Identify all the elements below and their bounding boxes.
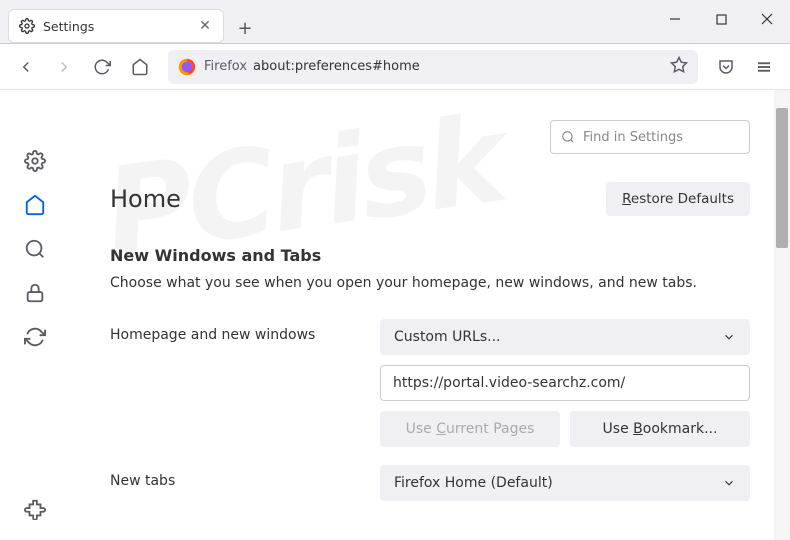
window-controls	[652, 0, 790, 38]
use-bookmark-button[interactable]: Use Bookmark...	[570, 411, 750, 447]
homepage-url-input[interactable]: https://portal.video-searchz.com/	[380, 365, 750, 401]
section-title: New Windows and Tabs	[110, 246, 750, 265]
pocket-button[interactable]	[710, 51, 742, 83]
browser-tab[interactable]: Settings ✕	[8, 9, 224, 43]
dropdown-value: Custom URLs...	[394, 329, 501, 345]
section-description: Choose what you see when you open your h…	[110, 275, 750, 291]
sidebar-extensions-icon[interactable]	[24, 498, 46, 520]
url-text: about:preferences#home	[253, 59, 670, 74]
forward-button[interactable]	[48, 51, 80, 83]
address-bar[interactable]: Firefox about:preferences#home	[168, 50, 698, 84]
page-title: Home	[110, 185, 181, 213]
home-button[interactable]	[124, 51, 156, 83]
find-placeholder: Find in Settings	[583, 130, 683, 145]
sidebar-general-icon[interactable]	[24, 150, 46, 172]
sidebar-privacy-icon[interactable]	[24, 282, 46, 304]
new-tab-button[interactable]: +	[230, 13, 260, 43]
minimize-button[interactable]	[652, 0, 698, 38]
maximize-button[interactable]	[698, 0, 744, 38]
find-in-settings-input[interactable]: Find in Settings	[550, 120, 750, 154]
chevron-down-icon	[722, 476, 736, 490]
chevron-down-icon	[722, 330, 736, 344]
newtabs-label: New tabs	[110, 465, 380, 489]
sidebar-search-icon[interactable]	[24, 238, 46, 260]
newtabs-dropdown[interactable]: Firefox Home (Default)	[380, 465, 750, 501]
homepage-mode-dropdown[interactable]: Custom URLs...	[380, 319, 750, 355]
firefox-logo-icon	[178, 58, 196, 76]
menu-button[interactable]	[748, 51, 780, 83]
browser-toolbar: Firefox about:preferences#home	[0, 44, 790, 90]
close-icon[interactable]: ✕	[197, 18, 213, 34]
scroll-thumb[interactable]	[776, 108, 788, 248]
restore-defaults-button[interactable]: Restore Defaults	[606, 182, 750, 216]
search-icon	[561, 130, 575, 144]
dropdown-value: Firefox Home (Default)	[394, 475, 553, 491]
bookmark-star-icon[interactable]	[670, 56, 688, 78]
url-label: Firefox	[204, 59, 247, 74]
settings-sidebar	[0, 90, 70, 540]
homepage-label: Homepage and new windows	[110, 319, 380, 343]
settings-main: Find in Settings Home Restore Defaults N…	[70, 90, 790, 540]
reload-button[interactable]	[86, 51, 118, 83]
back-button[interactable]	[10, 51, 42, 83]
sidebar-sync-icon[interactable]	[24, 326, 46, 348]
tab-title: Settings	[43, 19, 197, 34]
sidebar-home-icon[interactable]	[24, 194, 46, 216]
use-current-pages-button[interactable]: Use Current Pages	[380, 411, 560, 447]
homepage-url-value: https://portal.video-searchz.com/	[393, 375, 625, 391]
close-window-button[interactable]	[744, 0, 790, 38]
scrollbar[interactable]	[774, 90, 790, 540]
gear-icon	[19, 18, 35, 34]
